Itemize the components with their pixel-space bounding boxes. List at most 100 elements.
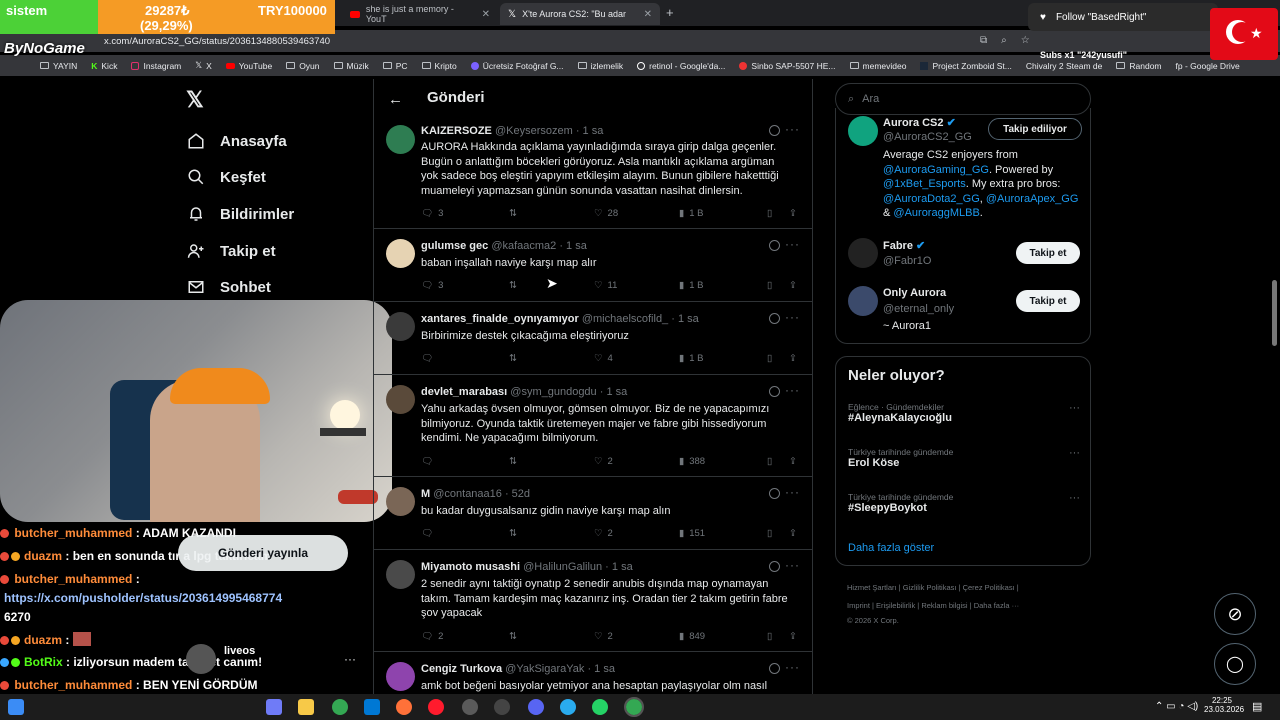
avatar[interactable] [386, 239, 415, 268]
more-icon[interactable]: ··· [785, 237, 800, 251]
post-author[interactable]: xantares_finalde_oynıyamıyor [421, 313, 579, 325]
grok-icon[interactable] [769, 663, 780, 674]
share-button[interactable]: ⇪ [789, 208, 797, 219]
trend-item[interactable]: Eğlence · Gündemdekiler #AleynaKalaycıoğ… [848, 402, 1080, 424]
avatar[interactable] [386, 560, 415, 589]
repost-button[interactable]: ⇅ [509, 631, 517, 642]
reply-post[interactable]: KAIZERSOZE @Keysersozem · 1 sa ··· AUROR… [374, 117, 812, 229]
nav-chat[interactable]: Sohbet [186, 272, 271, 302]
bio-link[interactable]: @1xBet_Esports [883, 178, 966, 190]
reply-post[interactable]: M @contanaa16 · 52d ··· bu kadar duygusa… [374, 477, 812, 550]
grok-icon[interactable] [769, 488, 780, 499]
repost-button[interactable]: ⇅ [509, 208, 517, 219]
more-icon[interactable]: ··· [785, 485, 800, 499]
reply-post[interactable]: devlet_marabası @sym_gundogdu · 1 sa ···… [374, 375, 812, 477]
messages-button[interactable]: ◯ [1214, 643, 1256, 685]
app-icon[interactable] [266, 699, 282, 715]
share-button[interactable]: ⇪ [789, 456, 797, 467]
avatar[interactable] [386, 487, 415, 516]
more-icon[interactable]: ··· [1069, 492, 1080, 504]
close-icon[interactable]: ✕ [482, 9, 490, 20]
chrome-icon[interactable] [624, 697, 644, 717]
bookmark-izlemelik[interactable]: izlemelik [577, 61, 623, 71]
post-author[interactable]: KAIZERSOZE [421, 125, 492, 137]
bookmark-kick[interactable]: K Kick [91, 61, 117, 71]
follow-button[interactable]: Takip et [1016, 290, 1080, 312]
avatar[interactable] [848, 238, 878, 268]
like-button[interactable]: ♡ 4 [594, 353, 613, 364]
nav-notifications[interactable]: Bildirimler [186, 199, 294, 229]
follow-button[interactable]: Takip et [1016, 242, 1080, 264]
grok-icon[interactable] [769, 240, 780, 251]
reply-button[interactable]: 🗨︎ 2 [421, 631, 443, 642]
like-button[interactable]: ♡ 2 [594, 528, 613, 539]
following-button[interactable]: Takip ediliyor [988, 118, 1082, 140]
profile-name[interactable]: Only Aurora [883, 287, 946, 299]
repost-button[interactable]: ⇅ [509, 528, 517, 539]
bookmark-youtube[interactable]: YouTube [225, 61, 272, 71]
reply-post[interactable]: Cengiz Turkova @YakSigaraYak · 1 sa ··· … [374, 652, 812, 699]
bookmark-foto[interactable]: Ücretsiz Fotoğraf G... [470, 61, 564, 71]
bookmark-drive[interactable]: fp - Google Drive [1176, 61, 1240, 71]
reply-button[interactable]: 🗨︎ 3 [421, 280, 443, 291]
bookmark-x[interactable]: 𝕏X [195, 60, 212, 71]
like-button[interactable]: ♡ 2 [594, 456, 613, 467]
nav-home[interactable]: Anasayfa [186, 126, 287, 156]
post-author[interactable]: devlet_marabası [421, 386, 507, 398]
avatar[interactable] [386, 662, 415, 691]
bookmark-button[interactable]: ▯ [767, 208, 772, 219]
notifications-icon[interactable]: ▤ [1252, 700, 1262, 713]
avatar[interactable] [386, 312, 415, 341]
views-button[interactable]: ▮ 1 B [679, 208, 704, 219]
trend-item[interactable]: Türkiye tarihinde gündemde Erol Köse ··· [848, 447, 1080, 469]
discord-icon[interactable] [528, 699, 544, 715]
star-icon[interactable]: ☆ [1021, 35, 1030, 46]
grok-icon[interactable] [769, 561, 780, 572]
bio-link[interactable]: @AuroraggMLBB [893, 207, 979, 219]
firefox-icon[interactable] [396, 699, 412, 715]
whatsapp-icon[interactable] [592, 699, 608, 715]
bio-link[interactable]: @AuroraGaming_GG [883, 164, 989, 176]
trend-item[interactable]: Türkiye tarihinde gündemde #SleepyBoykot… [848, 492, 1080, 514]
back-arrow-icon[interactable]: ← [388, 91, 403, 108]
share-button[interactable]: ⇪ [789, 280, 797, 291]
like-button[interactable]: ♡ 28 [594, 208, 618, 219]
bookmark-chivalry[interactable]: Chivalry 2 Steam de [1026, 61, 1103, 71]
bookmark-button[interactable]: ▯ [767, 528, 772, 539]
bookmark-button[interactable]: ▯ [767, 353, 772, 364]
tab-youtube[interactable]: she is just a memory - YouT ✕ [342, 3, 498, 25]
obs-icon[interactable] [494, 699, 510, 715]
views-button[interactable]: ▮ 151 [679, 528, 705, 539]
profile-name[interactable]: Fabre [883, 240, 913, 252]
more-icon[interactable]: ··· [785, 310, 800, 324]
x-logo-icon[interactable]: 𝕏 [186, 87, 204, 113]
more-icon[interactable]: ··· [785, 660, 800, 674]
post-author[interactable]: Miyamoto musashi [421, 561, 520, 573]
more-icon[interactable]: ··· [785, 383, 800, 397]
reply-button[interactable]: 🗨︎ 3 [421, 208, 443, 219]
grok-icon[interactable] [769, 386, 780, 397]
bookmark-sinbo[interactable]: Sinbo SAP-5507 HE... [739, 61, 836, 71]
bookmark-button[interactable]: ▯ [767, 631, 772, 642]
views-button[interactable]: ▮ 1 B [679, 280, 704, 291]
file-explorer-icon[interactable] [298, 699, 314, 715]
scrollbar-thumb[interactable] [1272, 280, 1277, 346]
post-author[interactable]: Cengiz Turkova [421, 663, 502, 675]
more-icon[interactable]: ··· [1069, 402, 1080, 414]
bookmark-oyun[interactable]: Oyun [286, 61, 320, 71]
views-button[interactable]: ▮ 849 [679, 631, 705, 642]
nav-follow[interactable]: Takip et [186, 236, 276, 266]
more-icon[interactable]: ··· [785, 122, 800, 136]
repost-button[interactable]: ⇅ [509, 456, 517, 467]
reply-post[interactable]: xantares_finalde_oynıyamıyor @michaelsco… [374, 302, 812, 375]
nav-explore[interactable]: Keşfet [186, 162, 266, 192]
install-icon[interactable]: ⧉ [980, 35, 987, 46]
bookmark-button[interactable]: ▯ [767, 456, 772, 467]
like-button[interactable]: ♡ 11 [594, 280, 617, 291]
address-field[interactable]: x.com/AuroraCS2_GG/status/20361348805394… [104, 36, 330, 47]
share-button[interactable]: ⇪ [789, 631, 797, 642]
bookmark-kripto[interactable]: Kripto [421, 61, 457, 71]
bookmark-zomboid[interactable]: Project Zomboid St... [920, 61, 1012, 71]
tab-x-post[interactable]: 𝕏 X'te Aurora CS2: "Bu adam ben ✕ [500, 3, 660, 25]
zoom-icon[interactable]: ⌕ [1001, 35, 1007, 46]
